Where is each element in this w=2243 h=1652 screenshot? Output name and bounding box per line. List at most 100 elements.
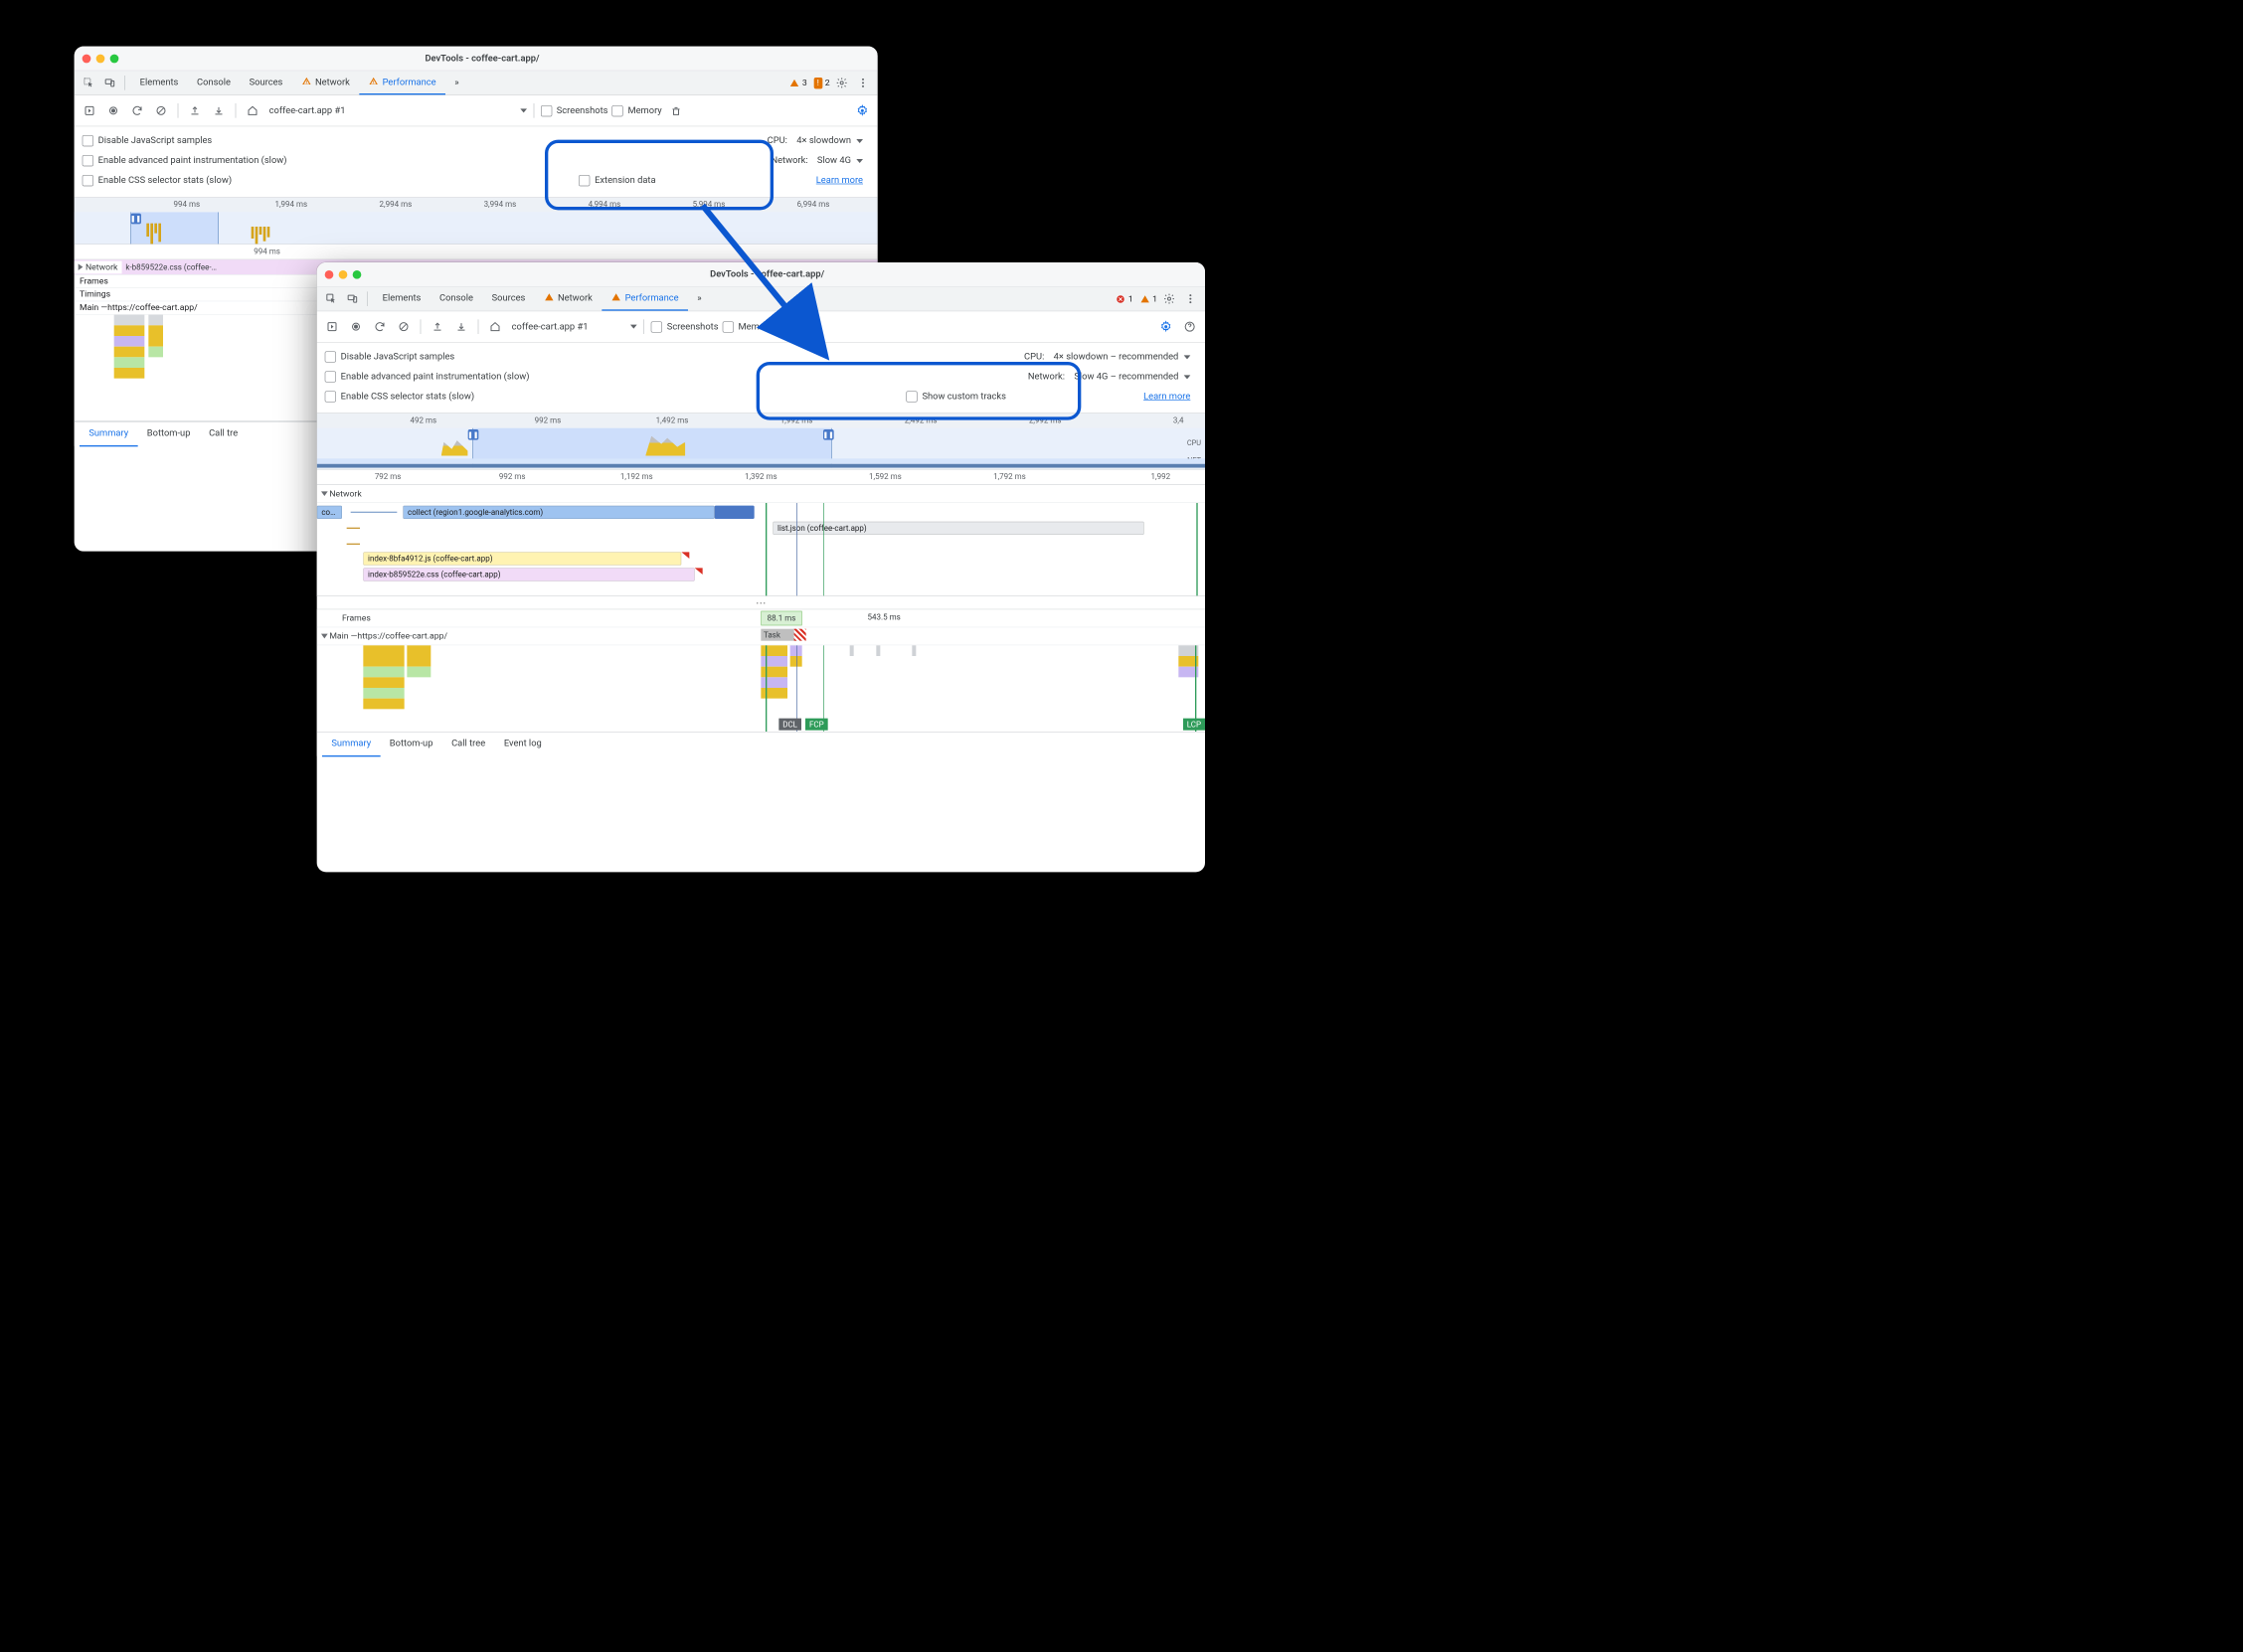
network-resource-bar[interactable]: index-b859522e.css (coffee-cart.app) <box>363 568 694 580</box>
fcp-marker[interactable]: FCP <box>805 719 828 731</box>
network-resource-bar[interactable]: index-8bfa4912.js (coffee-cart.app) <box>363 552 681 565</box>
memory-checkbox[interactable]: Memory <box>723 321 773 332</box>
tabs-overflow-icon[interactable]: » <box>445 71 468 94</box>
warnings-badge[interactable]: 3 <box>789 78 807 87</box>
memory-checkbox[interactable]: Memory <box>611 105 661 116</box>
info-badge[interactable]: ! 2 <box>813 78 829 88</box>
disable-js-samples-checkbox[interactable]: Disable JavaScript samples <box>325 351 557 362</box>
network-resource-bar[interactable]: co… <box>317 506 342 519</box>
reload-record-icon[interactable] <box>370 317 390 337</box>
upload-icon[interactable] <box>185 100 205 120</box>
dcl-marker[interactable]: DCL <box>778 719 801 731</box>
chevron-down-icon[interactable] <box>520 108 527 112</box>
call-tree-tab[interactable]: Call tree <box>442 732 495 756</box>
capture-settings-gear-icon[interactable] <box>1156 317 1176 337</box>
fullscreen-icon[interactable] <box>110 54 119 63</box>
tab-elements[interactable]: Elements <box>373 287 430 311</box>
clear-icon[interactable] <box>151 100 171 120</box>
tab-network[interactable]: Network <box>535 287 603 311</box>
tab-performance[interactable]: Performance <box>602 287 688 311</box>
overview-handle-icon[interactable]: ❚❚ <box>823 429 834 440</box>
profile-selector[interactable]: coffee-cart.app #1 <box>266 105 348 116</box>
custom-tracks-checkbox[interactable]: Show custom tracks <box>906 391 1137 402</box>
timeline-overview[interactable]: 994 ms 1,994 ms 2,994 ms 3,994 ms 4,994 … <box>75 198 878 245</box>
collapsed-indicator[interactable]: ⋯ <box>317 596 1205 609</box>
timeline-overview[interactable]: 492 ms 992 ms 1,492 ms 1,992 ms 2,492 ms… <box>317 413 1205 470</box>
tab-console[interactable]: Console <box>431 287 483 311</box>
bottom-up-tab[interactable]: Bottom-up <box>137 421 199 446</box>
close-icon[interactable] <box>325 270 334 279</box>
expand-icon[interactable] <box>79 263 84 270</box>
minimize-icon[interactable] <box>339 270 348 279</box>
summary-tab[interactable]: Summary <box>322 732 380 756</box>
tab-sources[interactable]: Sources <box>482 287 534 311</box>
toggle-drawer-icon[interactable] <box>80 100 99 120</box>
lcp-marker[interactable]: LCP <box>1183 719 1205 731</box>
screenshots-checkbox[interactable]: Screenshots <box>541 105 608 116</box>
upload-icon[interactable] <box>428 317 447 337</box>
learn-more-link[interactable]: Learn more <box>816 175 863 186</box>
kebab-menu-icon[interactable] <box>854 74 873 92</box>
tab-network[interactable]: Network <box>292 71 360 94</box>
tabs-overflow-icon[interactable]: » <box>688 287 711 311</box>
network-throttle-select[interactable]: Slow 4G <box>817 155 863 166</box>
chevron-down-icon[interactable] <box>630 325 637 329</box>
cpu-throttle-select[interactable]: 4× slowdown <box>796 135 863 146</box>
overview-handle-icon[interactable]: ❚❚ <box>468 429 479 440</box>
screenshots-checkbox[interactable]: Screenshots <box>651 321 719 332</box>
frame-bar[interactable]: 88.1 ms <box>761 611 801 626</box>
tab-elements[interactable]: Elements <box>130 71 187 94</box>
help-icon[interactable] <box>1180 317 1200 337</box>
extension-data-checkbox[interactable]: Extension data <box>579 175 810 186</box>
event-log-tab[interactable]: Event log <box>494 732 551 756</box>
record-icon[interactable] <box>103 100 123 120</box>
minimize-icon[interactable] <box>96 54 105 63</box>
fullscreen-icon[interactable] <box>353 270 362 279</box>
device-toolbar-icon[interactable] <box>343 289 362 308</box>
network-resource-bar[interactable]: collect (region1.google-analytics.com) <box>403 506 714 519</box>
kebab-menu-icon[interactable] <box>1181 289 1200 308</box>
paint-instrumentation-checkbox[interactable]: Enable advanced paint instrumentation (s… <box>325 371 557 382</box>
errors-badge[interactable]: 1 <box>1116 294 1133 304</box>
tab-performance[interactable]: Performance <box>359 71 445 94</box>
network-resource-bar[interactable]: list.json (coffee-cart.app) <box>773 522 1143 535</box>
garbage-collect-icon[interactable] <box>776 317 796 337</box>
main-track-header[interactable]: Main — https://coffee-cart.app/ Task <box>317 627 1205 645</box>
settings-gear-icon[interactable] <box>832 74 851 92</box>
inspect-element-icon[interactable] <box>322 289 341 308</box>
bottom-up-tab[interactable]: Bottom-up <box>380 732 441 756</box>
paint-instrumentation-checkbox[interactable]: Enable advanced paint instrumentation (s… <box>83 155 314 166</box>
toggle-drawer-icon[interactable] <box>322 317 342 337</box>
device-toolbar-icon[interactable] <box>100 74 119 92</box>
cpu-throttle-select[interactable]: 4× slowdown – recommended <box>1054 351 1191 362</box>
clear-icon[interactable] <box>394 317 414 337</box>
network-throttle-select[interactable]: Slow 4G – recommended <box>1074 371 1190 382</box>
garbage-collect-icon[interactable] <box>666 100 686 120</box>
frames-track-header[interactable]: Frames 88.1 ms 543.5 ms <box>317 609 1205 627</box>
learn-more-link[interactable]: Learn more <box>1143 391 1190 402</box>
main-flamechart[interactable]: DCL FCP LCP <box>317 645 1205 732</box>
issue-badges[interactable]: 3 ! 2 <box>789 78 829 88</box>
css-selector-stats-checkbox[interactable]: Enable CSS selector stats (slow) <box>325 391 557 402</box>
css-selector-stats-checkbox[interactable]: Enable CSS selector stats (slow) <box>83 175 314 186</box>
home-icon[interactable] <box>485 317 505 337</box>
collapse-icon[interactable] <box>321 491 328 496</box>
capture-settings-gear-icon[interactable] <box>852 100 872 120</box>
tab-sources[interactable]: Sources <box>240 71 291 94</box>
download-icon[interactable] <box>451 317 471 337</box>
inspect-element-icon[interactable] <box>80 74 98 92</box>
close-icon[interactable] <box>83 54 91 63</box>
shortcuts-icon[interactable] <box>800 317 820 337</box>
overview-handle-icon[interactable]: ❚❚ <box>130 214 141 225</box>
call-tree-tab[interactable]: Call tre <box>200 421 248 446</box>
settings-gear-icon[interactable] <box>1160 289 1179 308</box>
download-icon[interactable] <box>209 100 229 120</box>
issue-badges[interactable]: 1 1 <box>1116 294 1157 304</box>
reload-record-icon[interactable] <box>127 100 147 120</box>
network-track[interactable]: co… collect (region1.google-analytics.co… <box>317 503 1205 596</box>
summary-tab[interactable]: Summary <box>80 421 137 446</box>
home-icon[interactable] <box>243 100 262 120</box>
profile-selector[interactable]: coffee-cart.app #1 <box>509 321 591 332</box>
network-track-header[interactable]: Network <box>317 485 1205 503</box>
record-icon[interactable] <box>346 317 366 337</box>
